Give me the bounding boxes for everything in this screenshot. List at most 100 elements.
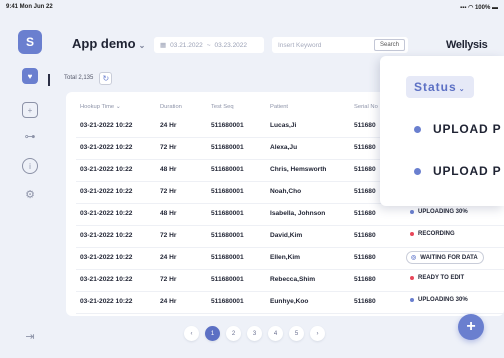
status-label: RECORDING: [418, 231, 455, 237]
add-document-icon[interactable]: +: [22, 102, 38, 118]
cell-hookup-time: 03-21-2022 10:22: [80, 298, 133, 305]
page-button-4[interactable]: 4: [268, 326, 283, 341]
table-row[interactable]: 03-21-2022 10:22 24 Hr 511680001 Eunhye,Koo…: [66, 292, 504, 314]
cell-hookup-time: 03-21-2022 10:22: [80, 166, 133, 173]
device-link-icon[interactable]: ⊶: [22, 128, 38, 144]
cell-test-seq: 511680001: [211, 122, 244, 129]
signal-icon: ▪▪▪ ◠: [460, 5, 475, 11]
app-title-menu[interactable]: App demo ⌄: [72, 36, 145, 51]
device-status-bar: 9:41 Mon Jun 22 ▪▪▪ ◠ 100% ▬: [0, 0, 504, 18]
page-button-3[interactable]: 3: [247, 326, 262, 341]
status-option-label: UPLOAD P: [433, 122, 502, 136]
cell-patient: David,Kim: [270, 232, 303, 239]
page-button-1[interactable]: 1: [205, 326, 220, 341]
cell-hookup-time: 03-21-2022 10:22: [80, 254, 133, 261]
date-end: 03.23.2022: [214, 41, 248, 49]
calendar-icon: ▦: [160, 42, 167, 49]
cell-duration: 72 Hr: [160, 188, 177, 195]
prev-page-button[interactable]: ‹: [184, 326, 199, 341]
total-count: Total 2,135: [64, 75, 94, 81]
cell-hookup-time: 03-21-2022 10:22: [80, 232, 133, 239]
pagination: ‹ 1 2 3 4 5 ›: [184, 326, 325, 341]
status-label: UPLOADING 30%: [418, 209, 468, 215]
app-logo[interactable]: S: [18, 30, 42, 54]
date-range-picker[interactable]: ▦ 03.21.2022 ~ 03.23.2022: [154, 37, 264, 53]
info-icon[interactable]: i: [22, 158, 38, 174]
cell-duration: 24 Hr: [160, 122, 177, 129]
page-button-5[interactable]: 5: [289, 326, 304, 341]
logo-icon: S: [25, 35, 34, 49]
cell-serial: 511680: [354, 144, 376, 151]
logout-icon[interactable]: ⇥: [22, 328, 38, 344]
cell-test-seq: 511680001: [211, 276, 244, 283]
column-header-duration: Duration: [160, 104, 182, 110]
cell-patient: Rebecca,Shim: [270, 276, 316, 283]
status-badge[interactable]: ◎ WAITING FOR DATA: [406, 251, 484, 264]
status-dropdown-clip: Status ⌄ UPLOAD P UPLOAD P: [380, 56, 504, 206]
heart-monitor-icon[interactable]: ♥: [22, 68, 38, 84]
cell-patient: Chris, Hemsworth: [270, 166, 327, 173]
clock: 9:41 Mon Jun 22: [6, 4, 53, 10]
header: App demo⌄ ▦ 03.21.2022 ~ 03.23.2022 Sear…: [60, 18, 504, 58]
cell-serial: 511680: [354, 232, 376, 239]
status-badge: READY TO EDIT: [410, 275, 464, 281]
page-button-2[interactable]: 2: [226, 326, 241, 341]
cell-serial: 511680: [354, 188, 376, 195]
status-option[interactable]: UPLOAD P: [414, 164, 501, 178]
status-dot: [410, 210, 414, 214]
cell-duration: 72 Hr: [160, 276, 177, 283]
chevron-down-icon: ⌄: [115, 104, 121, 110]
status-dot: [414, 125, 421, 133]
battery-icon: ▬: [490, 5, 498, 11]
status-badge: UPLOADING 30%: [410, 297, 468, 303]
status-option-label: UPLOAD P: [433, 164, 502, 178]
table-row[interactable]: 03-21-2022 10:22 48 Hr 511680001 Isabella, …: [66, 204, 504, 226]
cell-duration: 72 Hr: [160, 232, 177, 239]
status-label: UPLOADING 30%: [418, 297, 468, 303]
column-header-test-seq: Test Seq: [211, 104, 234, 110]
cell-serial: 511680: [354, 122, 376, 129]
row-divider: [76, 313, 504, 314]
table-row[interactable]: 03-21-2022 10:22 24 Hr 511680001 Ellen,Kim 5…: [66, 248, 504, 270]
next-page-button[interactable]: ›: [310, 326, 325, 341]
cell-patient: Noah,Cho: [270, 188, 302, 195]
app-title: App demo: [72, 36, 136, 51]
status-option[interactable]: UPLOAD P: [414, 122, 501, 136]
cell-serial: 511680: [354, 276, 376, 283]
date-start: 03.21.2022: [170, 41, 203, 49]
add-record-button[interactable]: +: [458, 314, 484, 340]
chevron-down-icon: ⌄: [138, 41, 146, 50]
table-row[interactable]: 03-21-2022 10:22 72 Hr 511680001 Rebecca,Sh…: [66, 270, 504, 292]
search-button[interactable]: Search: [373, 39, 405, 51]
date-separator: ~: [206, 41, 211, 49]
cell-hookup-time: 03-21-2022 10:22: [80, 276, 133, 283]
column-header-serial: Serial No: [354, 104, 378, 110]
cell-test-seq: 511680001: [211, 166, 244, 173]
battery-level: 100%: [474, 5, 491, 11]
cell-hookup-time: 03-21-2022 10:22: [80, 144, 133, 151]
column-header-hookup[interactable]: Hookup Time ⌄: [80, 104, 121, 110]
chevron-down-icon: ⌄: [458, 86, 466, 93]
search-input[interactable]: [278, 40, 368, 50]
refresh-button[interactable]: ↻: [99, 71, 113, 85]
status-filter-button[interactable]: Status ⌄: [406, 76, 474, 98]
cell-hookup-time: 03-21-2022 10:22: [80, 188, 133, 195]
cell-serial: 511680: [354, 298, 376, 305]
status-dot: [410, 232, 414, 236]
cell-duration: 24 Hr: [160, 254, 177, 261]
status-label: WAITING FOR DATA: [420, 254, 478, 261]
cell-duration: 72 Hr: [160, 144, 177, 151]
status-label: READY TO EDIT: [418, 275, 465, 281]
cell-duration: 48 Hr: [160, 166, 177, 173]
cell-serial: 511680: [354, 166, 376, 173]
status-badge: UPLOADING 30%: [410, 209, 468, 215]
table-row[interactable]: 03-21-2022 10:22 72 Hr 511680001 David,Kim 5…: [66, 226, 504, 248]
cell-patient: Isabella, Johnson: [270, 210, 326, 217]
system-indicators: ▪▪▪ ◠ 100% ▬: [460, 4, 498, 11]
gear-icon[interactable]: ⚙: [22, 186, 38, 202]
cell-hookup-time: 03-21-2022 10:22: [80, 122, 133, 129]
cell-patient: Lucas,Ji: [270, 122, 297, 129]
cell-patient: Ellen,Kim: [270, 254, 301, 261]
cell-serial: 511680: [354, 254, 376, 261]
cell-test-seq: 511680001: [211, 232, 244, 239]
